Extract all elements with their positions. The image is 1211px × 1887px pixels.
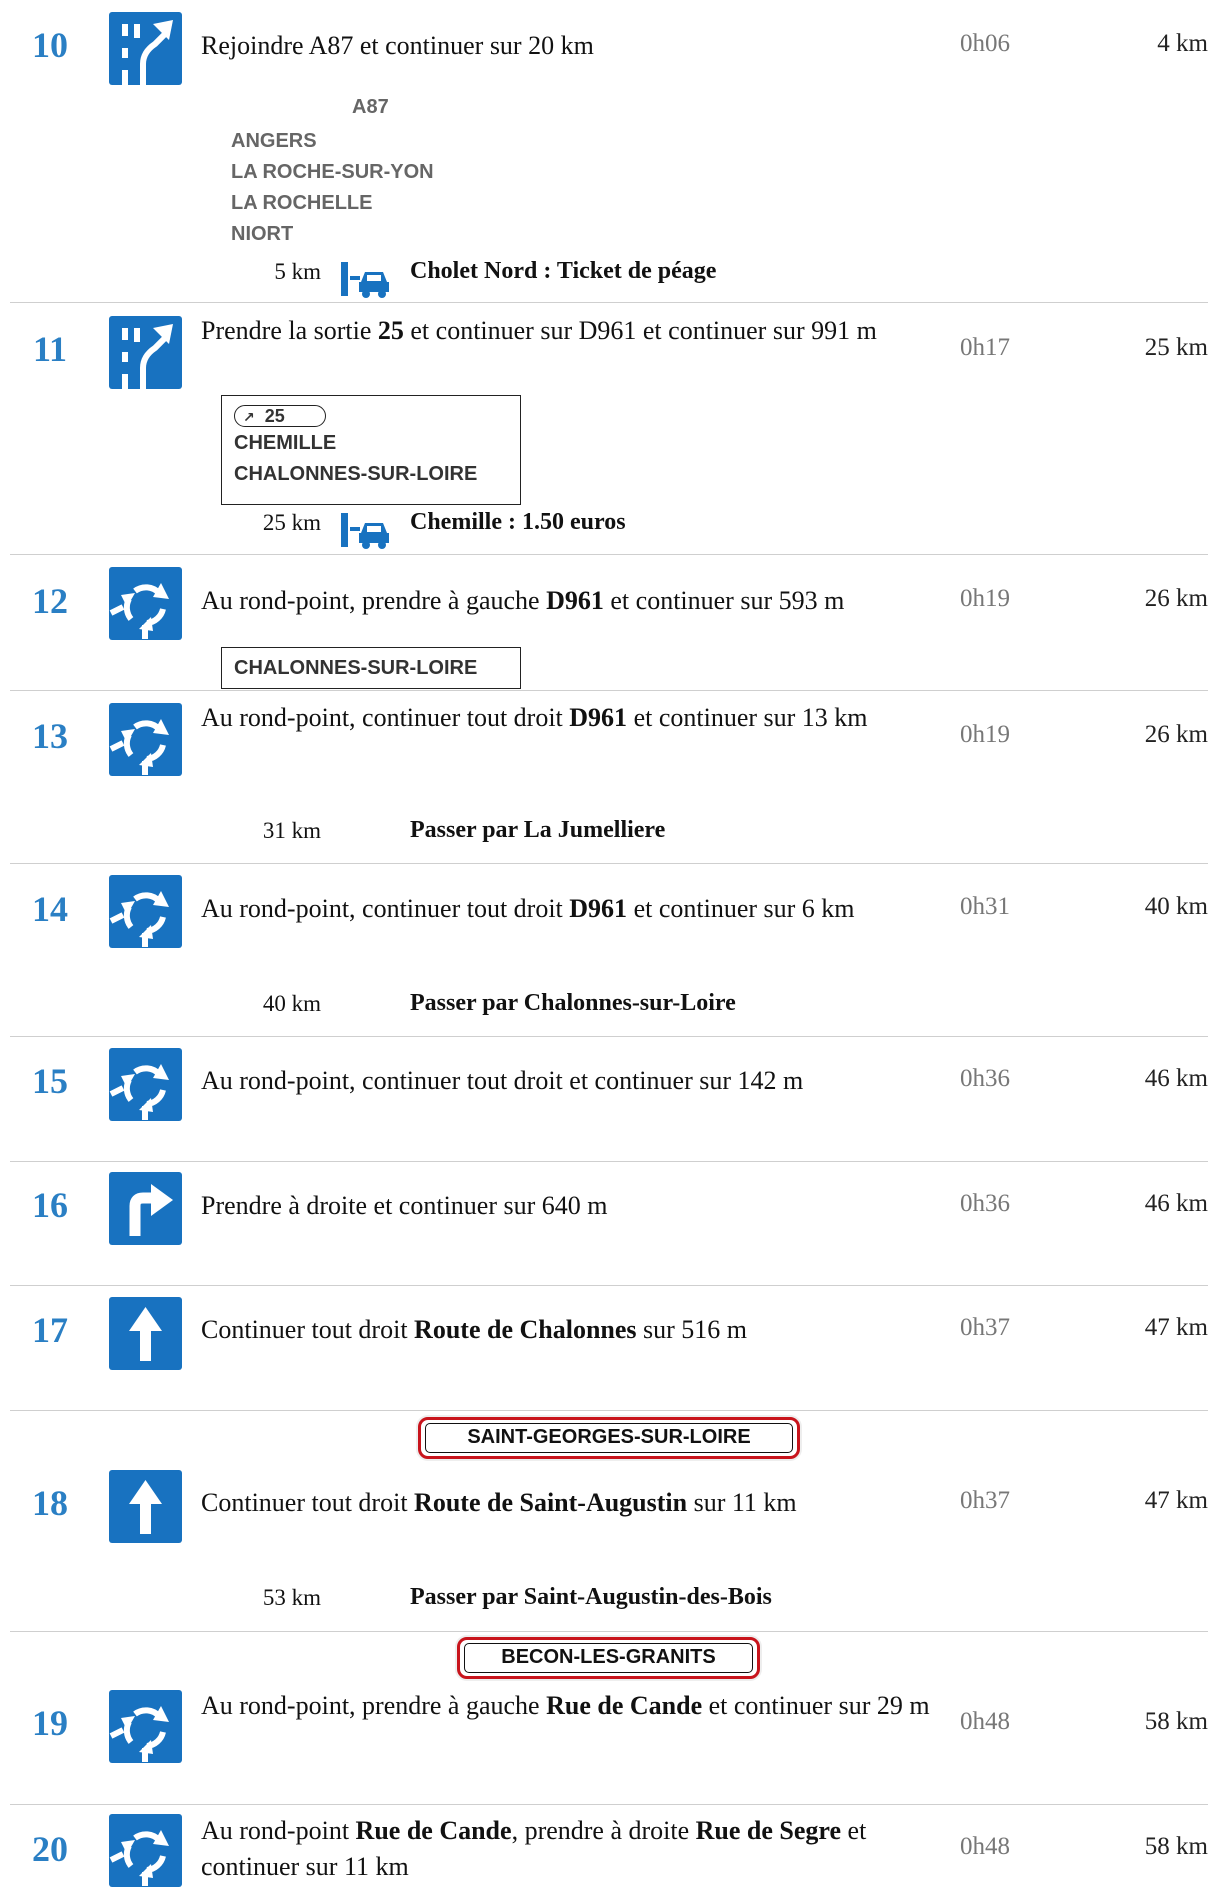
separator [10, 1631, 1208, 1632]
step-time: 0h48 [960, 1708, 1010, 1735]
toll-icon [341, 511, 391, 549]
direction-sign: CHALONNES-SUR-LOIRE [221, 647, 521, 689]
step-instruction: Au rond-point, continuer tout droit D961… [201, 703, 868, 732]
sub-text: Chemille : 1.50 euros [410, 509, 626, 535]
step-instruction: Prendre la sortie 25 et continuer sur D9… [201, 316, 877, 345]
road-sign-line: NIORT [231, 223, 294, 245]
merge-left-icon [109, 316, 182, 389]
turn-right-icon [109, 1172, 182, 1245]
step-instruction: Continuer tout droit Route de Saint-Augu… [201, 1488, 797, 1517]
step-instruction: Au rond-point, prendre à gauche D961 et … [201, 586, 845, 615]
town-entry-sign: BECON-LES-GRANITS [457, 1637, 760, 1679]
step-time: 0h06 [960, 30, 1010, 57]
step-number: 14 [32, 889, 68, 929]
sub-distance: 25 km [262, 510, 321, 535]
step-distance: 46 km [1144, 1065, 1208, 1092]
step-number: 17 [32, 1310, 68, 1350]
step-number: 20 [32, 1829, 68, 1869]
road-sign-line: CHALONNES-SUR-LOIRE [234, 463, 478, 485]
step-number: 10 [32, 25, 68, 65]
merge-left-icon [109, 12, 182, 85]
step-distance: 58 km [1144, 1833, 1208, 1860]
step-time: 0h19 [960, 585, 1010, 612]
sub-distance: 5 km [274, 259, 321, 284]
step-number: 16 [32, 1185, 68, 1225]
roundabout-icon [109, 703, 182, 776]
separator [10, 1804, 1208, 1805]
road-sign-line: A87 [352, 96, 389, 118]
step-time: 0h37 [960, 1314, 1010, 1341]
step-number: 12 [32, 581, 68, 621]
step-instruction: Continuer tout droit Route de Chalonnes … [201, 1315, 748, 1344]
step-distance: 40 km [1144, 893, 1208, 920]
sub-text: Cholet Nord : Ticket de péage [410, 258, 717, 284]
step-instruction: Prendre à droite et continuer sur 640 m [201, 1191, 608, 1220]
step-time: 0h36 [960, 1190, 1010, 1217]
sub-distance: 53 km [262, 1585, 321, 1610]
roundabout-icon [109, 1048, 182, 1121]
straight-icon [109, 1470, 182, 1543]
separator [10, 302, 1208, 303]
separator [10, 554, 1208, 555]
town-entry-sign: SAINT-GEORGES-SUR-LOIRE [418, 1417, 800, 1459]
separator [10, 863, 1208, 864]
sub-text: Passer par Chalonnes-sur-Loire [410, 990, 736, 1016]
step-distance: 26 km [1144, 721, 1208, 748]
step-number: 15 [32, 1061, 68, 1101]
roundabout-icon [109, 1690, 182, 1763]
step-number: 18 [32, 1483, 68, 1523]
step-distance: 25 km [1144, 334, 1208, 361]
step-instruction: Au rond-point, continuer tout droit et c… [201, 1066, 804, 1095]
step-instruction: Au rond-point Rue de Cande, prendre à dr… [201, 1816, 867, 1881]
step-instruction: Rejoindre A87 et continuer sur 20 km [201, 31, 594, 60]
step-distance: 58 km [1144, 1708, 1208, 1735]
roundabout-icon [109, 1814, 182, 1887]
roundabout-icon [109, 875, 182, 948]
sub-text: Passer par Saint-Augustin-des-Bois [410, 1584, 772, 1610]
step-time: 0h36 [960, 1065, 1010, 1092]
step-time: 0h19 [960, 721, 1010, 748]
sub-distance: 31 km [262, 818, 321, 843]
itinerary-page: 10 Rejoindre A87 et continuer sur 20 km … [0, 0, 1211, 1887]
step-distance: 4 km [1157, 30, 1208, 57]
straight-icon [109, 1297, 182, 1370]
step-number: 19 [32, 1703, 68, 1743]
exit-number-badge: ↗ 25 [234, 405, 326, 427]
toll-icon [341, 260, 391, 298]
separator [10, 1036, 1208, 1037]
step-time: 0h31 [960, 893, 1010, 920]
step-instruction: Au rond-point, prendre à gauche Rue de C… [201, 1691, 930, 1720]
road-sign-line: ANGERS [231, 130, 317, 152]
road-sign-line: LA ROCHE-SUR-YON [231, 161, 434, 183]
step-time: 0h48 [960, 1833, 1010, 1860]
separator [10, 690, 1208, 691]
step-distance: 26 km [1144, 585, 1208, 612]
step-distance: 46 km [1144, 1190, 1208, 1217]
separator [10, 1410, 1208, 1411]
step-time: 0h37 [960, 1487, 1010, 1514]
sub-distance: 40 km [262, 991, 321, 1016]
sub-text: Passer par La Jumelliere [410, 817, 666, 843]
road-sign-line: LA ROCHELLE [231, 192, 373, 214]
step-number: 13 [32, 716, 68, 756]
roundabout-icon [109, 567, 182, 640]
exit-sign: ↗ 25 CHEMILLE CHALONNES-SUR-LOIRE [221, 395, 521, 505]
step-number: 11 [32, 329, 67, 369]
step-distance: 47 km [1144, 1314, 1208, 1341]
step-time: 0h17 [960, 334, 1010, 361]
separator [10, 1161, 1208, 1162]
road-sign-line: CHEMILLE [234, 432, 337, 454]
step-distance: 47 km [1144, 1487, 1208, 1514]
step-instruction: Au rond-point, continuer tout droit D961… [201, 894, 855, 923]
separator [10, 1285, 1208, 1286]
